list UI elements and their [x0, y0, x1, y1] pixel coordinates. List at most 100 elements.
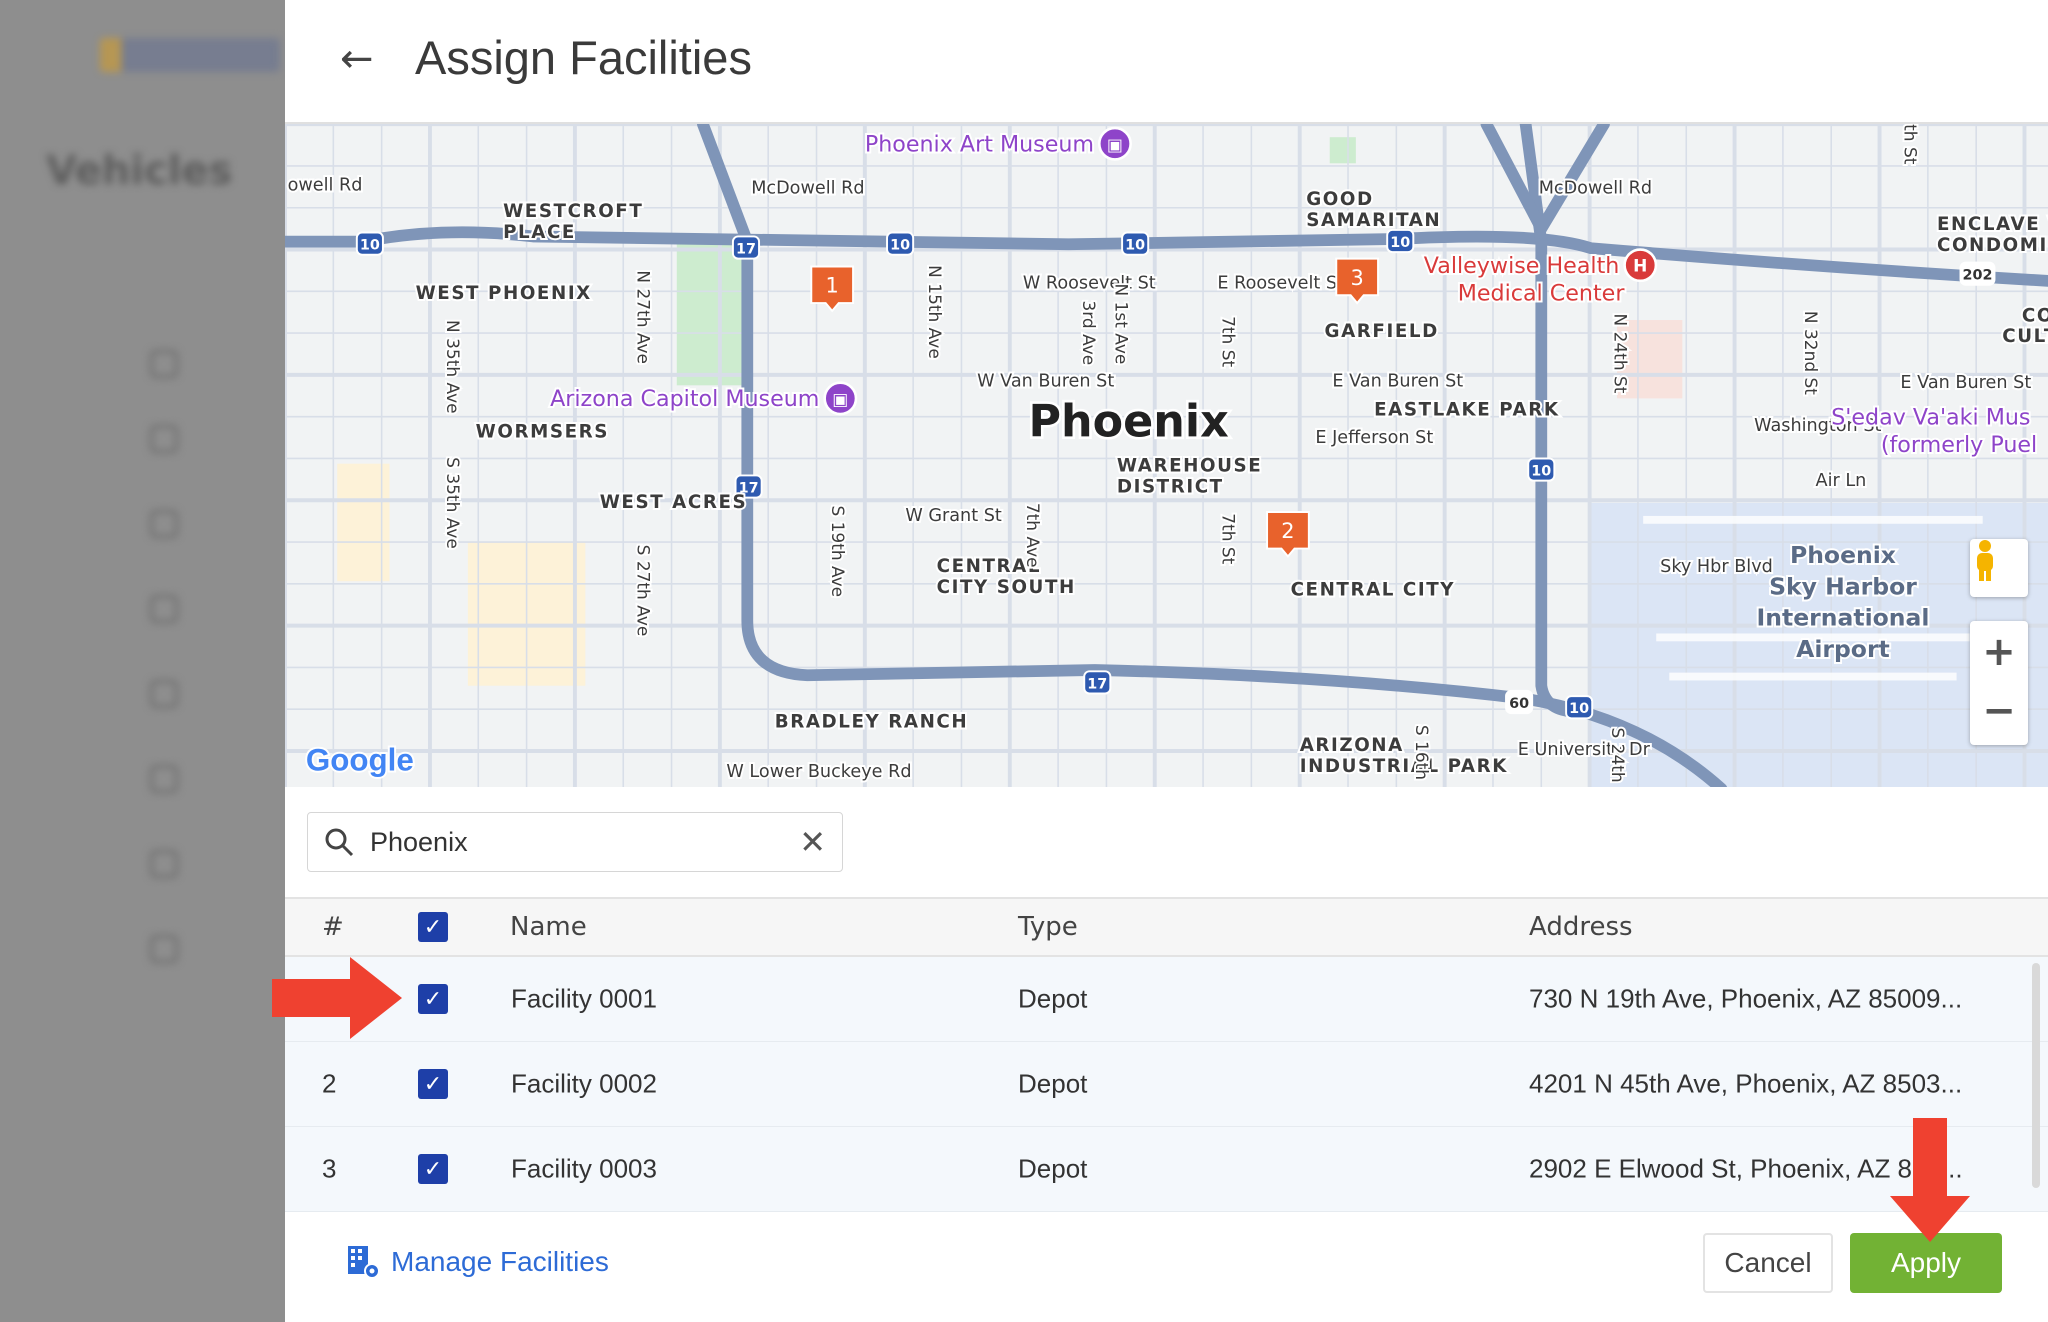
row-number: 3	[322, 1153, 337, 1184]
map-area-label: ARIZONA	[1300, 735, 1404, 756]
back-arrow-icon[interactable]: ←	[340, 36, 374, 82]
map-poi-label[interactable]: (formerly Puel	[1879, 430, 2039, 460]
museum-icon[interactable]: ▣	[823, 381, 858, 416]
svg-text:▣: ▣	[1107, 135, 1123, 155]
map-road-label: S 27th Ave	[633, 545, 653, 637]
app-logo	[100, 38, 280, 72]
facility-address: 4201 N 45th Ave, Phoenix, AZ 8503...	[1529, 1068, 1963, 1099]
cancel-button[interactable]: Cancel	[1703, 1233, 1833, 1293]
map-road-label: Air Ln	[1816, 471, 1867, 491]
map-poi-label[interactable]: Phoenix Art Museum	[863, 130, 1096, 160]
facilities-map[interactable]: 10 17 10 10 10 17 10 17 10 60 202 owell Rd McDowell …	[285, 122, 2048, 787]
zoom-out-button[interactable]: −	[1982, 683, 2016, 745]
highway-shield-icon: 17	[1083, 670, 1112, 695]
column-header-number: #	[322, 912, 344, 942]
map-road-label: owell Rd	[288, 176, 363, 196]
google-logo: Google	[306, 743, 414, 778]
map-area-label: WAREHOUSE	[1117, 456, 1262, 477]
search-input[interactable]	[370, 826, 800, 858]
facility-type: Depot	[1018, 983, 1088, 1014]
map-poi-label[interactable]: S'edav Va'aki Mus	[1829, 403, 2032, 433]
svg-text:3: 3	[1351, 266, 1364, 290]
map-road-label: 7th Ave	[1022, 503, 1042, 568]
map-road-label: 7th St	[1218, 316, 1238, 367]
map-area-label: CONDOMINIUM	[1937, 235, 2048, 256]
clear-search-icon[interactable]: ✕	[799, 823, 826, 861]
highway-shield-icon: 10	[355, 231, 384, 256]
svg-text:1: 1	[826, 274, 839, 298]
facility-marker[interactable]: 1	[810, 265, 855, 313]
street-view-pegman-icon[interactable]	[1970, 539, 2028, 597]
map-area-label: CULTU	[2002, 326, 2048, 347]
table-row[interactable]: 1 ✓ Facility 0001 Depot 730 N 19th Ave, …	[285, 957, 2048, 1042]
manage-facilities-link[interactable]: Manage Facilities	[347, 1245, 609, 1279]
column-header-name[interactable]: Name	[510, 912, 587, 942]
select-all-checkbox[interactable]: ✓	[418, 912, 448, 942]
dialog-header: ← Assign Facilities	[285, 0, 2048, 122]
map-city-label: Phoenix	[1029, 396, 1229, 447]
map-poi-label[interactable]: International	[1755, 602, 1932, 634]
facility-name: Facility 0001	[511, 983, 657, 1014]
table-row[interactable]: 2 ✓ Facility 0002 Depot 4201 N 45th Ave,…	[285, 1042, 2048, 1127]
facility-marker[interactable]: 3	[1335, 257, 1380, 305]
row-checkbox[interactable]: ✓	[418, 1154, 448, 1184]
background-page-title: Vehicles	[46, 148, 233, 194]
table-scrollbar[interactable]	[2032, 963, 2040, 1188]
column-header-address[interactable]: Address	[1529, 912, 1633, 942]
row-checkbox[interactable]: ✓	[418, 984, 448, 1014]
map-road-label: E Van Buren St	[1900, 373, 2031, 393]
assign-facilities-dialog: ← Assign Facilities 10 17 10 10 10 17 10 17 10 60…	[285, 0, 2048, 1322]
facilities-table: # ✓ Name Type Address 1 ✓ Facility 0001 …	[285, 897, 2048, 1212]
map-area-label: SAMARITAN	[1306, 210, 1441, 231]
map-road-label: W Van Buren St	[977, 372, 1114, 392]
hospital-icon[interactable]: H	[1623, 248, 1658, 283]
background-page-overlay: Vehicles	[0, 0, 285, 1322]
map-road-label: S 19th Ave	[827, 505, 847, 597]
map-area-label: INDUSTRIAL PARK	[1300, 756, 1508, 777]
highway-shield-icon: 17	[731, 235, 761, 260]
highway-shield-icon: 10	[1121, 231, 1150, 256]
map-area-label: WORMSERS	[476, 422, 609, 443]
zoom-in-button[interactable]: +	[1982, 621, 2016, 683]
search-icon	[325, 828, 354, 857]
map-road-label: E Jefferson St	[1315, 428, 1433, 448]
table-header: # ✓ Name Type Address	[285, 897, 2048, 957]
map-zoom-controls: + −	[1970, 621, 2028, 745]
facility-settings-icon	[348, 1246, 380, 1279]
facility-type: Depot	[1018, 1153, 1088, 1184]
map-poi-label[interactable]: Valleywise Health	[1422, 251, 1622, 281]
map-area-label: GARFIELD	[1325, 321, 1439, 342]
map-canvas[interactable]: 10 17 10 10 101710171060202owell Rd McDowell …	[285, 124, 2048, 787]
map-road-label: W Grant St	[905, 506, 1002, 526]
facility-name: Facility 0002	[511, 1068, 657, 1099]
map-poi-label[interactable]: Airport	[1794, 633, 1892, 665]
map-area-label: BRADLEY RANCH	[775, 711, 969, 732]
map-area-label: COFC	[2022, 305, 2048, 326]
map-poi-label[interactable]: Arizona Capitol Museum	[548, 384, 821, 414]
facility-search-box: ✕	[307, 812, 843, 872]
map-poi-label[interactable]: Phoenix	[1788, 539, 1898, 571]
svg-text:202: 202	[1962, 268, 1992, 284]
map-road-label: 3rd Ave	[1078, 300, 1098, 365]
map-area-label: DISTRICT	[1117, 476, 1224, 497]
svg-text:H: H	[1633, 257, 1647, 277]
map-road-label: McDowell Rd	[751, 178, 864, 198]
museum-icon[interactable]: ▣	[1097, 126, 1132, 161]
map-area-label: PLACE	[503, 222, 576, 243]
table-row[interactable]: 3 ✓ Facility 0003 Depot 2902 E Elwood St…	[285, 1127, 2048, 1212]
map-poi-label[interactable]: Medical Center	[1456, 278, 1628, 308]
map-road-label: E University Dr	[1518, 740, 1651, 760]
highway-shield-icon: 10	[886, 231, 915, 256]
row-checkbox[interactable]: ✓	[418, 1069, 448, 1099]
svg-text:10: 10	[360, 238, 380, 254]
map-area	[676, 241, 745, 386]
facility-name: Facility 0003	[511, 1153, 657, 1184]
highway-shield-icon: 10	[1527, 457, 1556, 482]
column-header-type[interactable]: Type	[1018, 912, 1078, 942]
highway-shield-icon: 10	[1565, 695, 1594, 720]
facility-marker[interactable]: 2	[1266, 511, 1310, 558]
map-road-label: N 35th Ave	[442, 320, 462, 414]
map-poi-label[interactable]: Sky Harbor	[1767, 570, 1919, 602]
map-road-label: N 15th Ave	[924, 265, 944, 359]
facility-type: Depot	[1018, 1068, 1088, 1099]
